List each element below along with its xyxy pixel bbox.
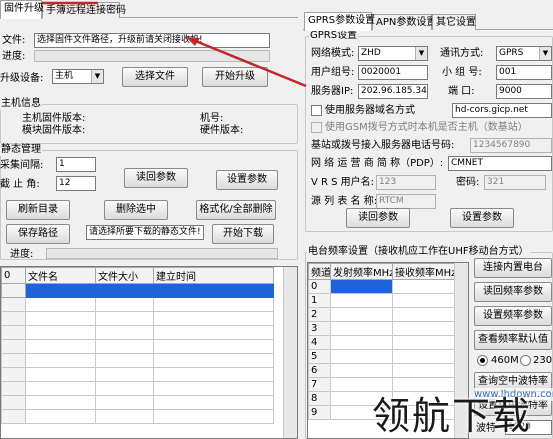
- table-row[interactable]: [1, 325, 274, 340]
- radio-230m[interactable]: [520, 355, 531, 366]
- annotation-arrow-icon: [0, 1, 307, 88]
- col-channel[interactable]: 频道: [308, 263, 331, 280]
- table-row[interactable]: 3: [308, 321, 455, 336]
- table-row[interactable]: [1, 367, 274, 382]
- apn-input[interactable]: CMNET: [448, 156, 552, 171]
- save-path-input[interactable]: 请选择所要下载的静态文件!: [86, 225, 204, 240]
- interval-label: 采集间隔:: [0, 160, 44, 171]
- save-path-button[interactable]: 保存路径: [6, 224, 70, 244]
- gprs-read-params-button[interactable]: 读回参数: [346, 208, 410, 228]
- apn-label: 网 络 运 营 商 简 称（PDP）:: [311, 158, 444, 169]
- start-download-button[interactable]: 开始下载: [212, 224, 274, 244]
- static-read-params-button[interactable]: 读回参数: [124, 168, 188, 188]
- static-mgmt-title: 静态管理: [0, 144, 42, 156]
- file-col-name[interactable]: 文件名: [25, 267, 96, 284]
- base-dial-label: 基站或拨号接入服务器电话号码:: [311, 140, 455, 151]
- radio-230m-label: 230M: [533, 355, 553, 366]
- gsm-host-checkbox[interactable]: [311, 122, 322, 133]
- password-label: 密码:: [456, 177, 480, 188]
- tab-gprs[interactable]: GPRS参数设置: [304, 12, 375, 31]
- table-row[interactable]: 0: [308, 279, 455, 294]
- file-col-index[interactable]: 0: [1, 267, 26, 284]
- table-row[interactable]: 6: [308, 363, 455, 378]
- read-freq-button[interactable]: 读回频率参数: [474, 282, 552, 302]
- table-row[interactable]: 5: [308, 349, 455, 364]
- table-row[interactable]: 2: [308, 307, 455, 322]
- gsm-host-label: 使用GSM拨号方式时本机是否主机（数基站）: [325, 122, 528, 133]
- radio-460m[interactable]: [477, 355, 488, 366]
- vrs-user-label: V R S 用户名:: [311, 177, 375, 188]
- cutoff-angle-input[interactable]: 12: [56, 176, 96, 191]
- static-file-table[interactable]: 0 文件名 文件大小 建立时间: [0, 266, 298, 439]
- module-fw-label: 模块固件版本:: [22, 125, 86, 136]
- download-progress-label: 进度:: [10, 249, 34, 260]
- table-row[interactable]: [1, 283, 274, 298]
- gprs-set-params-button[interactable]: 设置参数: [450, 208, 514, 228]
- channel-table-header: 频道 发射频率MHz 接收频率MHz: [308, 263, 455, 280]
- delete-selected-button[interactable]: 删除选中: [104, 200, 168, 220]
- file-table-header: 0 文件名 文件大小 建立时间: [1, 267, 274, 284]
- connect-radio-button[interactable]: 连接内置电台: [474, 258, 552, 278]
- source-name-label: 源 列 表 名 称:: [311, 196, 378, 207]
- radio-selected-dot: [480, 358, 485, 363]
- file-table-scrollbar[interactable]: [283, 267, 297, 438]
- table-row[interactable]: [1, 353, 274, 368]
- format-delete-all-button[interactable]: 格式化/全部删除: [196, 200, 276, 220]
- vrs-user-input[interactable]: 123: [376, 175, 436, 190]
- table-row[interactable]: 1: [308, 293, 455, 308]
- interval-input[interactable]: 1: [56, 157, 96, 172]
- table-row[interactable]: [1, 297, 274, 312]
- file-col-created[interactable]: 建立时间: [153, 267, 274, 284]
- cutoff-angle-label: 截 止 角:: [0, 179, 40, 190]
- view-default-freq-button[interactable]: 查看频率默认值: [474, 330, 552, 350]
- table-row[interactable]: [1, 339, 274, 354]
- table-row[interactable]: [1, 395, 274, 410]
- table-row[interactable]: [1, 381, 274, 396]
- table-row[interactable]: [1, 409, 274, 424]
- col-rx-freq[interactable]: 接收频率MHz: [392, 263, 455, 280]
- static-set-params-button[interactable]: 设置参数: [216, 170, 278, 190]
- source-name-input[interactable]: RTCM: [376, 194, 436, 209]
- radio-460m-label: 460M: [491, 355, 519, 366]
- table-row[interactable]: [1, 311, 274, 326]
- watermark-logo: 领航下载: [372, 394, 533, 438]
- col-tx-freq[interactable]: 发射频率MHz: [330, 263, 393, 280]
- base-dial-input[interactable]: 1234567890: [470, 138, 552, 153]
- file-col-size[interactable]: 文件大小: [95, 267, 154, 284]
- set-freq-button[interactable]: 设置频率参数: [474, 306, 552, 326]
- table-row[interactable]: 7: [308, 377, 455, 392]
- table-row[interactable]: 4: [308, 335, 455, 350]
- radio-freq-title: 电台频率设置（接收机应工作在UHF移动台方式）: [307, 246, 530, 258]
- password-input[interactable]: 321: [484, 175, 546, 190]
- download-progress-bar: [46, 248, 278, 259]
- tab-firmware-upgrade[interactable]: 固件升级: [0, 0, 44, 19]
- hardware-version-label: 硬件版本:: [200, 125, 244, 136]
- refresh-directory-button[interactable]: 刷新目录: [6, 200, 70, 220]
